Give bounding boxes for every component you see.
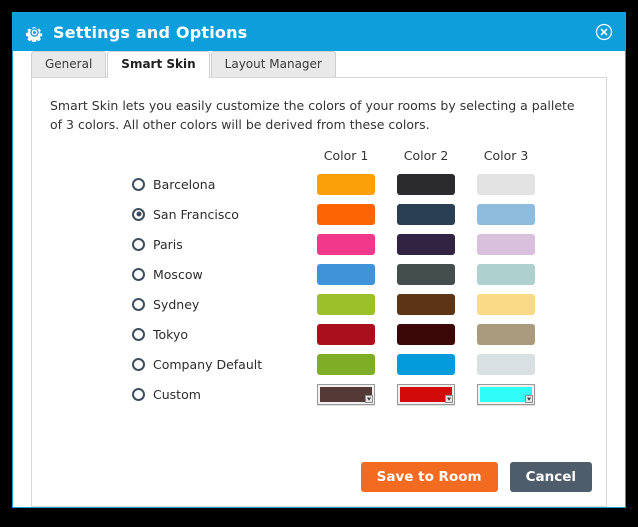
chevron-down-icon[interactable] — [365, 394, 373, 403]
palette-row-san-francisco: San Francisco — [132, 199, 596, 229]
panel-description: Smart Skin lets you easily customize the… — [50, 98, 575, 132]
swatch-color-2 — [397, 293, 455, 315]
column-header-color-3: Color 3 — [483, 148, 529, 163]
swatch-color-3 — [477, 233, 535, 255]
palette-table: Color 1 Color 2 Color 3 Barcelona San Fr… — [132, 148, 596, 409]
save-to-room-button[interactable]: Save to Room — [360, 462, 498, 492]
color-picker-color-1[interactable] — [317, 383, 375, 405]
radio-icon[interactable] — [132, 387, 145, 401]
swatch-color-1 — [317, 203, 375, 225]
palette-row-tokyo: Tokyo — [132, 319, 596, 349]
radio-option-san-francisco[interactable]: San Francisco — [132, 207, 317, 222]
radio-icon[interactable] — [132, 177, 145, 191]
palette-row-moscow: Moscow — [132, 259, 596, 289]
radio-option-paris[interactable]: Paris — [132, 237, 317, 252]
palette-row-label: Company Default — [153, 356, 263, 372]
dialog-footer: Save to Room Cancel — [360, 462, 592, 492]
tab-layout-manager[interactable]: Layout Manager — [210, 51, 336, 77]
swatch-color-3 — [477, 203, 535, 225]
swatch-color-2 — [397, 263, 455, 285]
radio-option-tokyo[interactable]: Tokyo — [132, 327, 317, 342]
palette-column-headers: Color 1 Color 2 Color 3 — [132, 148, 596, 163]
radio-option-company-default[interactable]: Company Default — [132, 357, 317, 372]
swatch-color-3 — [477, 353, 535, 375]
palette-row-label: Paris — [153, 236, 183, 252]
palette-row-company-default: Company Default — [132, 349, 596, 379]
chevron-down-icon[interactable] — [525, 394, 533, 403]
tab-general[interactable]: General — [31, 51, 107, 77]
header-spacer — [132, 148, 317, 163]
cancel-button[interactable]: Cancel — [509, 462, 592, 492]
swatch-color-1 — [317, 353, 375, 375]
radio-icon[interactable] — [132, 207, 145, 221]
radio-icon[interactable] — [132, 357, 145, 371]
swatch-color-2 — [397, 203, 455, 225]
color-picker-color-2[interactable] — [397, 383, 455, 405]
smart-skin-panel: Smart Skin lets you easily customize the… — [31, 77, 607, 507]
settings-dialog: Settings and Options General Smart Skin … — [12, 12, 626, 508]
radio-option-barcelona[interactable]: Barcelona — [132, 177, 317, 192]
swatch-color-3 — [477, 293, 535, 315]
swatch-color-3 — [477, 173, 535, 195]
palette-row-label: Tokyo — [153, 326, 188, 342]
radio-option-sydney[interactable]: Sydney — [132, 297, 317, 312]
swatch-color-2 — [397, 353, 455, 375]
palette-row-label: Sydney — [153, 296, 200, 312]
palette-row-barcelona: Barcelona — [132, 169, 596, 199]
palette-row-label: Custom — [153, 386, 201, 402]
dialog-titlebar: Settings and Options — [13, 13, 625, 51]
column-header-color-1: Color 1 — [323, 148, 369, 163]
column-header-color-2: Color 2 — [403, 148, 449, 163]
swatch-color-1 — [317, 263, 375, 285]
swatch-color-1 — [317, 293, 375, 315]
gear-icon — [26, 26, 43, 42]
radio-option-moscow[interactable]: Moscow — [132, 267, 317, 282]
close-circle-icon[interactable] — [595, 23, 613, 41]
swatch-color-2 — [397, 233, 455, 255]
color-picker-color-3[interactable] — [477, 383, 535, 405]
swatch-color-1 — [317, 233, 375, 255]
palette-row-custom: Custom — [132, 379, 596, 409]
swatch-color-3 — [477, 263, 535, 285]
palette-row-label: Moscow — [153, 266, 203, 282]
swatch-color-2 — [397, 173, 455, 195]
palette-row-label: Barcelona — [153, 176, 216, 192]
radio-icon[interactable] — [132, 327, 145, 341]
dialog-title: Settings and Options — [53, 22, 248, 42]
screen: Settings and Options General Smart Skin … — [0, 0, 638, 527]
swatch-color-2 — [397, 323, 455, 345]
radio-option-custom[interactable]: Custom — [132, 387, 317, 402]
chevron-down-icon[interactable] — [445, 394, 453, 403]
palette-row-label: San Francisco — [153, 206, 239, 222]
palette-row-paris: Paris — [132, 229, 596, 259]
swatch-color-1 — [317, 173, 375, 195]
radio-icon[interactable] — [132, 267, 145, 281]
tab-smart-skin[interactable]: Smart Skin — [107, 51, 210, 78]
swatch-color-3 — [477, 323, 535, 345]
swatch-color-1 — [317, 323, 375, 345]
tab-strip: General Smart Skin Layout Manager — [13, 51, 625, 78]
radio-icon[interactable] — [132, 237, 145, 251]
palette-row-sydney: Sydney — [132, 289, 596, 319]
radio-icon[interactable] — [132, 297, 145, 311]
